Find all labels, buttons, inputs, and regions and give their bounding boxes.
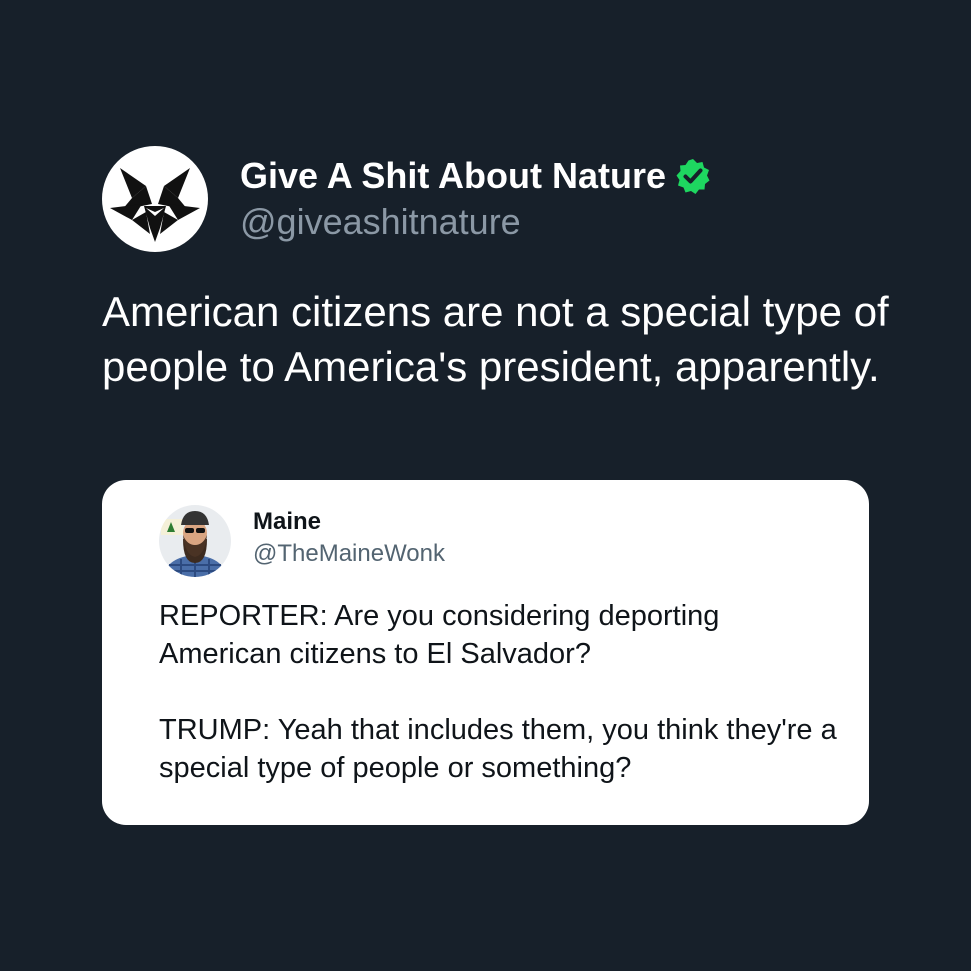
author-names: Give A Shit About Nature @giveashitnatur… — [240, 154, 712, 244]
verified-badge-icon — [674, 157, 712, 195]
tweet-text: American citizens are not a special type… — [102, 288, 889, 390]
quoted-paragraph: TRUMP: Yeah that includes them, you thin… — [159, 714, 837, 784]
wolf-logo-icon[interactable] — [102, 146, 208, 252]
quoted-tweet-header: Maine @TheMaineWonk — [159, 505, 445, 577]
quoted-display-name[interactable]: Maine — [253, 507, 445, 537]
quoted-handle[interactable]: @TheMaineWonk — [253, 539, 445, 569]
tweet-header: Give A Shit About Nature @giveashitnatur… — [102, 146, 712, 252]
quoted-author-names: Maine @TheMaineWonk — [253, 507, 445, 569]
author-display-name[interactable]: Give A Shit About Nature — [240, 154, 666, 198]
quoted-paragraph: REPORTER: Are you considering deporting … — [159, 600, 720, 670]
bearded-man-avatar-icon[interactable] — [159, 505, 231, 577]
display-name-row: Give A Shit About Nature — [240, 154, 712, 198]
quoted-tweet-card[interactable]: Maine @TheMaineWonk REPORTER: Are you co… — [102, 480, 869, 825]
author-handle[interactable]: @giveashitnature — [240, 200, 712, 244]
